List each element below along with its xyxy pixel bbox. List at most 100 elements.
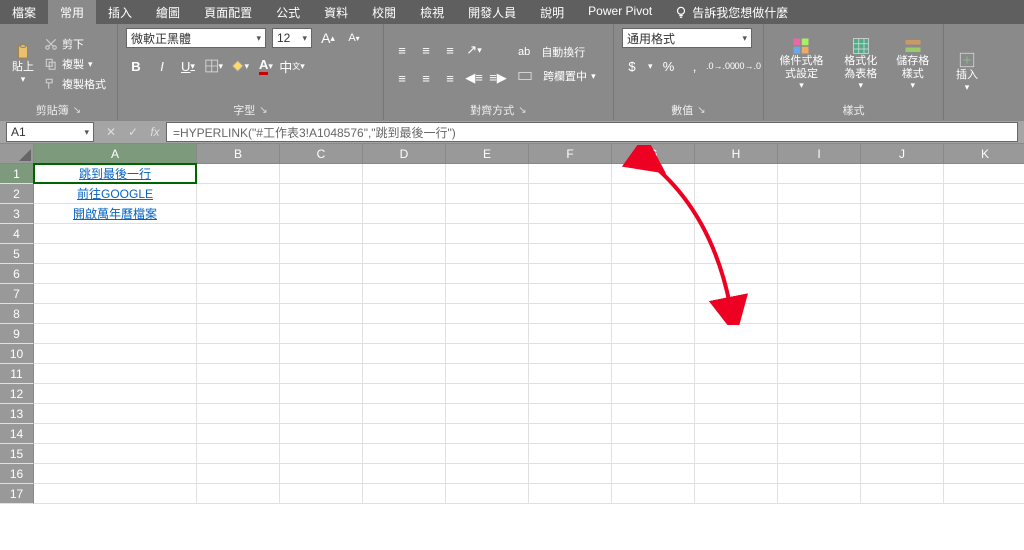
cell-E7[interactable] <box>446 284 529 304</box>
align-bottom-button[interactable]: ≡ <box>440 40 460 60</box>
cell-D1[interactable] <box>363 164 446 184</box>
paste-button[interactable]: 貼上 ▾ <box>8 41 38 86</box>
cell-G9[interactable] <box>612 324 695 344</box>
cell-G7[interactable] <box>612 284 695 304</box>
align-center-button[interactable]: ≡ <box>416 68 436 88</box>
cell-I6[interactable] <box>778 264 861 284</box>
cell-D13[interactable] <box>363 404 446 424</box>
number-format-select[interactable]: 通用格式▾ <box>622 28 752 48</box>
cell-E9[interactable] <box>446 324 529 344</box>
border-button[interactable]: ▾ <box>204 56 224 76</box>
dialog-launcher-icon[interactable]: ↘ <box>259 105 267 116</box>
comma-format-button[interactable]: , <box>685 56 705 76</box>
cell-J9[interactable] <box>861 324 944 344</box>
cell-F5[interactable] <box>529 244 612 264</box>
dialog-launcher-icon[interactable]: ↘ <box>518 105 526 116</box>
cell-E1[interactable] <box>446 164 529 184</box>
cell-H4[interactable] <box>695 224 778 244</box>
tab-data[interactable]: 資料 <box>312 0 360 24</box>
tab-insert[interactable]: 插入 <box>96 0 144 24</box>
cell-J12[interactable] <box>861 384 944 404</box>
column-header-H[interactable]: H <box>695 144 778 164</box>
cell-C16[interactable] <box>280 464 363 484</box>
increase-decimal-button[interactable]: .0→.00 <box>711 56 731 76</box>
cell-G1[interactable] <box>612 164 695 184</box>
cell-G5[interactable] <box>612 244 695 264</box>
cell-K1[interactable] <box>944 164 1024 184</box>
increase-font-button[interactable]: A▴ <box>318 28 338 48</box>
cancel-formula-button[interactable]: ✕ <box>100 122 122 142</box>
cell-E15[interactable] <box>446 444 529 464</box>
cell-D12[interactable] <box>363 384 446 404</box>
cell-J10[interactable] <box>861 344 944 364</box>
cell-A6[interactable] <box>34 264 197 284</box>
column-header-C[interactable]: C <box>280 144 363 164</box>
cell-G14[interactable] <box>612 424 695 444</box>
format-as-table-button[interactable]: 格式化為表格▾ <box>835 35 887 92</box>
cell-H1[interactable] <box>695 164 778 184</box>
decrease-font-button[interactable]: A▾ <box>344 28 364 48</box>
cell-A15[interactable] <box>34 444 197 464</box>
row-header-5[interactable]: 5 <box>0 244 34 264</box>
row-header-14[interactable]: 14 <box>0 424 34 444</box>
cell-F10[interactable] <box>529 344 612 364</box>
cell-H2[interactable] <box>695 184 778 204</box>
dialog-launcher-icon[interactable]: ↘ <box>73 105 81 116</box>
cell-C17[interactable] <box>280 484 363 504</box>
cell-E14[interactable] <box>446 424 529 444</box>
cell-H6[interactable] <box>695 264 778 284</box>
row-header-12[interactable]: 12 <box>0 384 34 404</box>
cell-C13[interactable] <box>280 404 363 424</box>
cell-D10[interactable] <box>363 344 446 364</box>
cell-H11[interactable] <box>695 364 778 384</box>
tab-formulas[interactable]: 公式 <box>264 0 312 24</box>
wrap-text-button[interactable]: ab 自動換行 <box>518 44 596 60</box>
cell-H8[interactable] <box>695 304 778 324</box>
cell-G15[interactable] <box>612 444 695 464</box>
cell-A8[interactable] <box>34 304 197 324</box>
align-left-button[interactable]: ≡ <box>392 68 412 88</box>
cell-J1[interactable] <box>861 164 944 184</box>
tab-help[interactable]: 說明 <box>528 0 576 24</box>
cell-J3[interactable] <box>861 204 944 224</box>
cell-A10[interactable] <box>34 344 197 364</box>
cell-E3[interactable] <box>446 204 529 224</box>
cell-B5[interactable] <box>197 244 280 264</box>
cell-B4[interactable] <box>197 224 280 244</box>
cell-B1[interactable] <box>197 164 280 184</box>
cell-H9[interactable] <box>695 324 778 344</box>
column-header-I[interactable]: I <box>778 144 861 164</box>
decrease-decimal-button[interactable]: .00→.0 <box>737 56 757 76</box>
row-header-10[interactable]: 10 <box>0 344 34 364</box>
cell-B6[interactable] <box>197 264 280 284</box>
cell-I5[interactable] <box>778 244 861 264</box>
cell-K13[interactable] <box>944 404 1024 424</box>
cell-E2[interactable] <box>446 184 529 204</box>
cell-J2[interactable] <box>861 184 944 204</box>
cell-B10[interactable] <box>197 344 280 364</box>
cell-K8[interactable] <box>944 304 1024 324</box>
cell-C12[interactable] <box>280 384 363 404</box>
row-header-17[interactable]: 17 <box>0 484 34 504</box>
cell-F9[interactable] <box>529 324 612 344</box>
cell-H16[interactable] <box>695 464 778 484</box>
cell-C8[interactable] <box>280 304 363 324</box>
cell-K5[interactable] <box>944 244 1024 264</box>
cell-C7[interactable] <box>280 284 363 304</box>
cell-I4[interactable] <box>778 224 861 244</box>
cell-I16[interactable] <box>778 464 861 484</box>
cell-B12[interactable] <box>197 384 280 404</box>
cell-C5[interactable] <box>280 244 363 264</box>
cell-B14[interactable] <box>197 424 280 444</box>
cell-K7[interactable] <box>944 284 1024 304</box>
cut-button[interactable]: 剪下 <box>44 36 106 52</box>
cell-E8[interactable] <box>446 304 529 324</box>
cell-K12[interactable] <box>944 384 1024 404</box>
cell-I14[interactable] <box>778 424 861 444</box>
cell-G10[interactable] <box>612 344 695 364</box>
cell-F2[interactable] <box>529 184 612 204</box>
cell-B9[interactable] <box>197 324 280 344</box>
cell-B13[interactable] <box>197 404 280 424</box>
align-top-button[interactable]: ≡ <box>392 40 412 60</box>
cell-I17[interactable] <box>778 484 861 504</box>
